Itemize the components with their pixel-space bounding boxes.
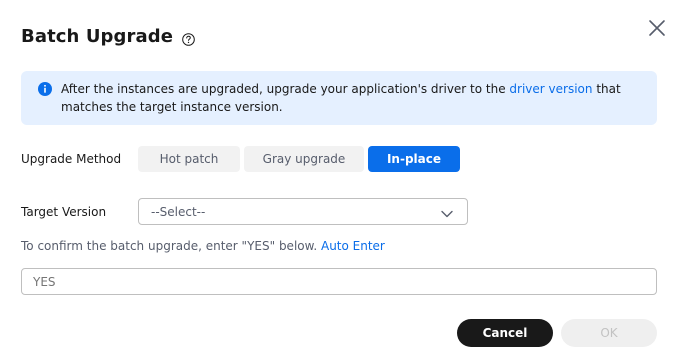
upgrade-method-hot-patch[interactable]: Hot patch: [138, 146, 240, 172]
close-icon[interactable]: [648, 19, 666, 37]
batch-upgrade-dialog: Batch Upgrade After the instances are up…: [0, 0, 682, 359]
question-circle-icon[interactable]: [182, 31, 195, 46]
upgrade-method-in-place[interactable]: In-place: [368, 146, 460, 172]
target-version-select[interactable]: --Select--: [138, 198, 468, 225]
ok-button[interactable]: OK: [561, 319, 657, 347]
cancel-button[interactable]: Cancel: [457, 319, 553, 347]
info-icon: [38, 82, 52, 96]
auto-enter-link[interactable]: Auto Enter: [321, 239, 385, 253]
driver-version-link[interactable]: driver version: [509, 82, 592, 96]
target-version-value: --Select--: [151, 204, 206, 219]
upgrade-method-gray-upgrade[interactable]: Gray upgrade: [244, 146, 364, 172]
dialog-header: Batch Upgrade: [21, 26, 195, 47]
alert-text-before: After the instances are upgraded, upgrad…: [61, 82, 510, 96]
confirm-instruction: To confirm the batch upgrade, enter "YES…: [21, 239, 385, 253]
upgrade-method-selector: Hot patch Gray upgrade In-place: [138, 146, 464, 172]
chevron-down-icon: [441, 207, 453, 218]
confirm-input[interactable]: [21, 268, 657, 295]
upgrade-method-label: Upgrade Method: [21, 152, 122, 166]
dialog-title: Batch Upgrade: [21, 26, 174, 47]
target-version-label: Target Version: [21, 205, 107, 219]
confirm-prompt: To confirm the batch upgrade, enter "YES…: [21, 239, 318, 253]
info-alert: After the instances are upgraded, upgrad…: [21, 71, 657, 125]
